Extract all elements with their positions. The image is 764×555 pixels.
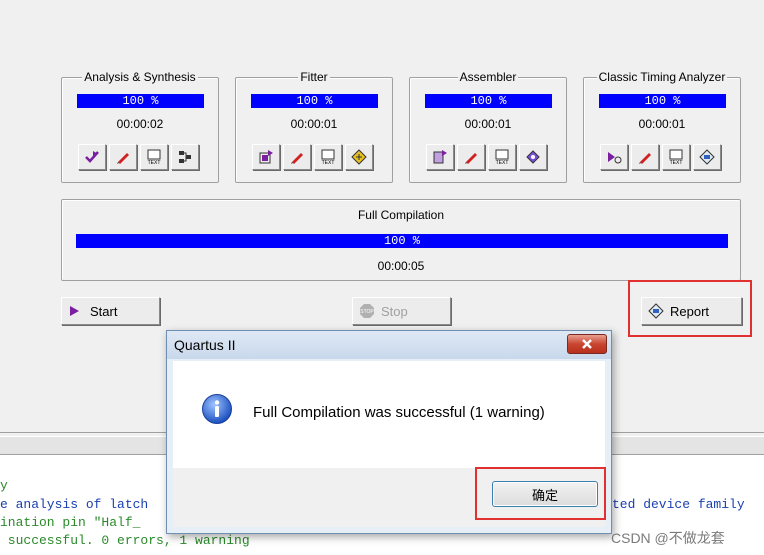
timing-report-icon (699, 149, 715, 165)
progress-bar: 100 % (599, 94, 726, 108)
stage-title: Classic Timing Analyzer (596, 70, 728, 84)
watermark: CSDN @不做龙套 (611, 530, 725, 546)
start-button[interactable]: Start (61, 297, 160, 325)
ok-highlight-box (475, 467, 606, 520)
console-line: successful. 0 errors, 1 warning (0, 533, 250, 548)
stop-sign-icon: STOP (360, 304, 374, 318)
start-analysis-icon (85, 151, 99, 163)
edit-settings-button[interactable] (631, 144, 659, 170)
start-fitter-icon (259, 150, 273, 164)
timing-report-button[interactable] (693, 144, 721, 170)
close-icon (582, 339, 592, 349)
start-assembler-button[interactable] (426, 144, 454, 170)
report-highlight-box (628, 280, 752, 337)
full-compilation-time: 00:00:05 (377, 259, 425, 273)
edit-settings-button[interactable] (283, 144, 311, 170)
edit-settings-icon (465, 153, 477, 164)
netlist-viewer-button[interactable] (171, 144, 199, 170)
svg-text:STOP: STOP (360, 309, 374, 315)
info-icon (202, 394, 232, 424)
programmer-button[interactable] (519, 144, 547, 170)
dialog-title: Quartus II (174, 337, 236, 353)
stage-fitter: Fitter 100 % 00:00:01 TEXT (235, 70, 393, 183)
start-fitter-button[interactable] (252, 144, 280, 170)
start-button-label: Start (90, 303, 118, 319)
stop-button[interactable]: STOP Stop (352, 297, 451, 325)
edit-settings-icon (117, 153, 129, 164)
start-timing-button[interactable] (600, 144, 628, 170)
report-text-icon: TEXT (321, 149, 335, 166)
report-text-button[interactable]: TEXT (314, 144, 342, 170)
progress-bar: 100 % (77, 94, 204, 108)
full-compilation-title: Full Compilation (357, 208, 445, 222)
elapsed-time: 00:00:01 (464, 117, 512, 131)
dialog-title-bar[interactable]: Quartus II (167, 331, 611, 359)
console-line: e analysis of latch (0, 497, 149, 512)
console-line: y (0, 478, 8, 493)
start-analysis-button[interactable] (78, 144, 106, 170)
stage-title: Analysis & Synthesis (82, 70, 198, 84)
edit-settings-icon (639, 153, 651, 164)
programmer-icon (526, 150, 540, 164)
stop-button-label: Stop (381, 303, 408, 319)
svg-text:TEXT: TEXT (670, 160, 683, 166)
start-timing-icon (608, 152, 622, 164)
stage-analysis-synthesis: Analysis & Synthesis 100 % 00:00:02 TEXT (61, 70, 219, 183)
progress-bar: 100 % (425, 94, 552, 108)
dialog-body: Full Compilation was successful (1 warni… (173, 361, 605, 468)
report-text-button[interactable]: TEXT (662, 144, 690, 170)
edit-settings-icon (291, 153, 303, 164)
edit-settings-button[interactable] (109, 144, 137, 170)
stage-title: Assembler (457, 70, 519, 84)
stage-title: Fitter (298, 70, 330, 84)
play-icon (70, 306, 79, 316)
report-text-button[interactable]: TEXT (140, 144, 168, 170)
full-compilation-progress-bar: 100 % (76, 234, 728, 248)
svg-text:TEXT: TEXT (148, 160, 161, 166)
elapsed-time: 00:00:01 (638, 117, 686, 131)
full-compilation-panel: Full Compilation 100 % 00:00:05 (61, 199, 741, 281)
console-line: ination pin "Half_ (0, 515, 141, 530)
progress-bar: 100 % (251, 94, 378, 108)
dialog-close-button[interactable] (567, 334, 607, 354)
stage-classic-timing-analyzer: Classic Timing Analyzer 100 % 00:00:01 T… (583, 70, 741, 183)
dialog-message: Full Compilation was successful (1 warni… (253, 404, 545, 421)
svg-text:TEXT: TEXT (496, 160, 509, 166)
report-text-icon: TEXT (495, 149, 509, 166)
elapsed-time: 00:00:01 (290, 117, 338, 131)
console-line-right: ted device family (612, 497, 745, 512)
report-text-icon: TEXT (669, 149, 683, 166)
report-text-button[interactable]: TEXT (488, 144, 516, 170)
stage-assembler: Assembler 100 % 00:00:01 TEXT (409, 70, 567, 183)
netlist-viewer-icon (179, 151, 191, 163)
report-text-icon: TEXT (147, 149, 161, 166)
start-assembler-icon (433, 150, 447, 164)
floorplan-button[interactable] (345, 144, 373, 170)
edit-settings-button[interactable] (457, 144, 485, 170)
floorplan-icon (351, 149, 367, 165)
elapsed-time: 00:00:02 (116, 117, 164, 131)
svg-text:TEXT: TEXT (322, 160, 335, 166)
